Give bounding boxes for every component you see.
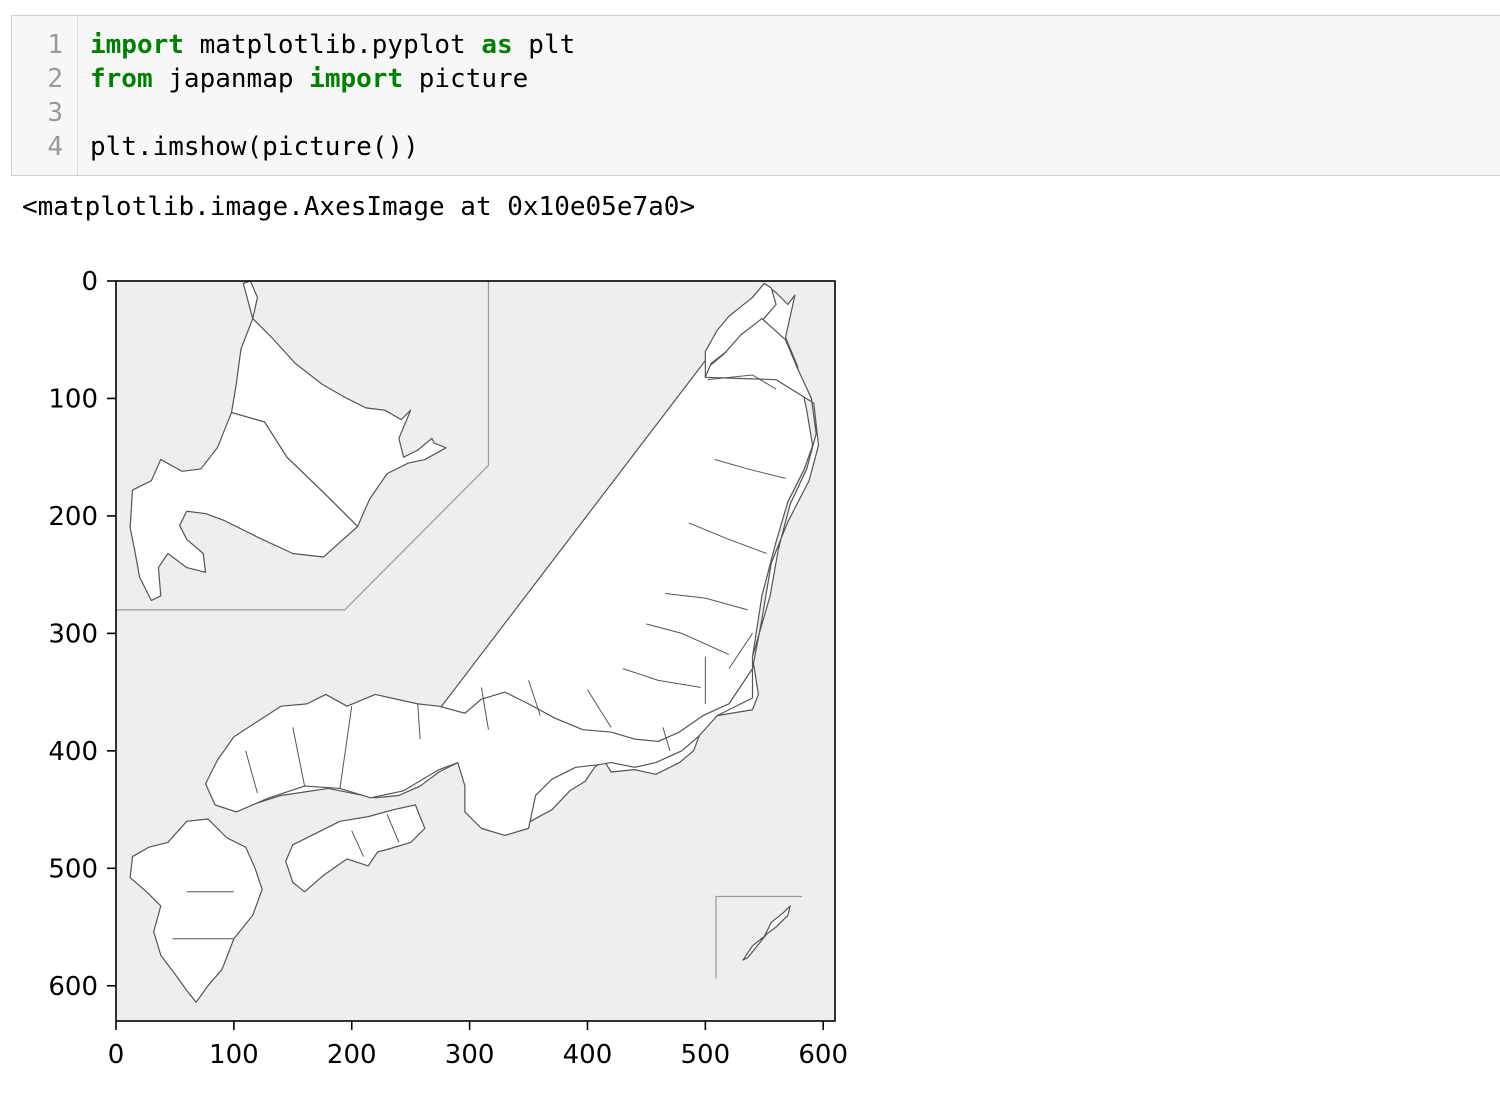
code-keyword: as (481, 30, 513, 60)
y-tick-label: 500 (48, 854, 98, 884)
code-text: picture (403, 64, 529, 94)
x-tick-label: 600 (798, 1040, 848, 1070)
x-tick-label: 300 (445, 1040, 495, 1070)
code-text: matplotlib.pyplot (183, 30, 482, 60)
y-tick-label: 0 (81, 267, 98, 297)
code-line[interactable]: plt.imshow(picture()) (90, 130, 419, 164)
x-tick-label: 0 (108, 1040, 125, 1070)
code-keyword: from (90, 64, 153, 94)
y-tick-label: 600 (48, 972, 98, 1002)
y-tick-label: 100 (48, 384, 98, 414)
code-keyword: import (90, 30, 184, 60)
y-tick-label: 200 (48, 502, 98, 532)
line-number: 4 (47, 132, 63, 162)
x-tick-label: 200 (327, 1040, 377, 1070)
x-tick-label: 400 (563, 1040, 613, 1070)
y-axis: 0 100 200 300 400 500 600 (48, 267, 116, 1002)
line-number: 2 (47, 64, 63, 94)
line-number: 3 (47, 98, 63, 128)
code-keyword: import (309, 64, 404, 94)
x-axis: 0 100 200 300 400 500 600 (108, 1021, 848, 1070)
cell-output-repr: <matplotlib.image.AxesImage at 0x10e05e7… (22, 192, 696, 222)
code-line[interactable]: from japanmap import picture (90, 62, 528, 96)
code-text: plt.imshow(picture()) (90, 132, 419, 162)
y-tick-label: 300 (48, 619, 98, 649)
line-number-gutter: 1 2 3 4 (12, 16, 78, 175)
code-text: plt (512, 30, 576, 60)
matplotlib-figure: 0 100 200 300 400 500 600 0 100 200 300 400 500 600 (48, 267, 848, 1070)
y-tick-label: 400 (48, 737, 98, 767)
x-tick-label: 100 (209, 1040, 259, 1070)
code-line[interactable]: import matplotlib.pyplot as plt (90, 28, 575, 62)
plot-axes: 0 100 200 300 400 500 600 0 100 200 300 400 500 600 (48, 267, 848, 1070)
line-number: 1 (47, 30, 63, 60)
code-text: japanmap (152, 64, 310, 94)
code-cell[interactable]: 1 2 3 4 import matplotlib.pyplot as plt … (11, 15, 1500, 176)
x-tick-label: 500 (681, 1040, 731, 1070)
